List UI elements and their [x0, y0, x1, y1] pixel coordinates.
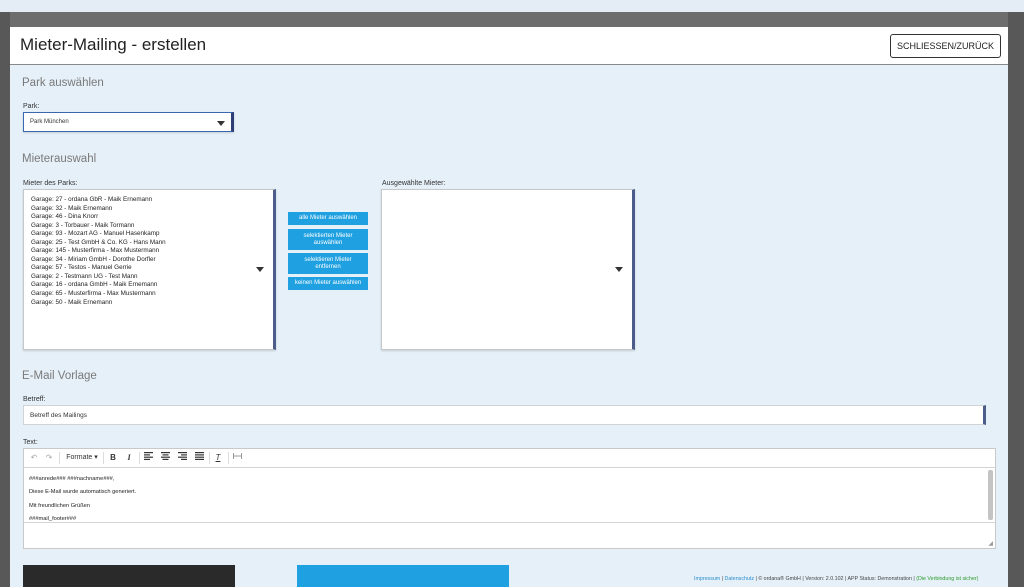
select-all-label: alle Mieter auswählen [298, 215, 358, 221]
secondary-action-button[interactable] [23, 565, 235, 587]
mailing-modal: Mieter-Mailing - erstellen SCHLIESSEN/ZU… [10, 27, 1008, 587]
subject-label: Betreff: [23, 396, 46, 403]
available-tenants-label: Mieter des Parks: [23, 180, 78, 187]
footer-version: Version: 2.0.102 [805, 576, 844, 582]
footer-company: © ordana® GmbH [758, 576, 801, 582]
redo-icon[interactable]: ↷ [43, 451, 55, 465]
editor-line: Mit freundlichen Grüßen [29, 502, 91, 509]
resize-handle-icon[interactable]: ◢ [988, 540, 993, 547]
select-all-tenants-button[interactable]: alle Mieter auswählen [288, 212, 368, 225]
tenant-list-item[interactable]: Garage: 50 - Maik Ernemann [31, 299, 273, 308]
selected-tenants-list[interactable] [381, 189, 635, 350]
tenant-list-item[interactable]: Garage: 2 - Testmann UG - Test Mann [31, 273, 273, 282]
impressum-link[interactable]: Impressum [694, 576, 720, 582]
tenant-list-item[interactable]: Garage: 16 - ordana GmbH - Maik Ernemann [31, 281, 273, 290]
remove-selected-tenants-button[interactable]: selektieren Mieter entfernen [288, 253, 368, 274]
undo-icon[interactable]: ↶ [28, 451, 40, 465]
tenant-list-item[interactable]: Garage: 27 - ordana GbR - Maik Ernemann [31, 196, 273, 205]
background-overlay-left [0, 12, 10, 587]
tenant-section-title: Mieterauswahl [22, 153, 97, 165]
align-center-icon[interactable] [159, 451, 171, 465]
tenant-list-item[interactable]: Garage: 93 - Mozart AG - Manuel Hasenkam… [31, 230, 273, 239]
editor-scrollbar[interactable] [988, 470, 993, 520]
background-overlay-right [1008, 12, 1024, 587]
toolbar-divider [139, 452, 140, 464]
add-selected-tenants-button[interactable]: selektierten Mieter auswählen [288, 229, 368, 250]
tenant-list-item[interactable]: Garage: 65 - Musterfirma - Max Musterman… [31, 290, 273, 299]
editor-line: ###anrede### ###nachname###, [29, 476, 115, 482]
editor-statusbar: ◢ [24, 522, 995, 549]
remove-selected-label-line2: entfernen [315, 263, 341, 270]
footer-app-status: APP Status: Demonstration [847, 576, 912, 582]
text-label: Text: [23, 439, 38, 446]
footer-connection-status: (Die Verbindung ist sicher) [916, 576, 979, 582]
format-dropdown[interactable]: Formate ▾ [62, 451, 102, 465]
toolbar-divider [228, 452, 229, 464]
tenant-list-item[interactable]: Garage: 25 - Test GmbH & Co. KG - Hans M… [31, 239, 273, 248]
toolbar-divider [59, 452, 60, 464]
selected-tenants-label: Ausgewählte Mieter: [382, 180, 446, 187]
align-right-icon[interactable] [176, 451, 188, 465]
tenant-list-item[interactable]: Garage: 57 - Testos - Manuel Gerrie [31, 264, 273, 273]
modal-header: Mieter-Mailing - erstellen SCHLIESSEN/ZU… [10, 27, 1008, 65]
chevron-down-icon [615, 267, 623, 272]
align-left-icon[interactable] [142, 451, 154, 465]
select-none-label: keinen Mieter auswählen [294, 280, 362, 286]
add-selected-label-line2: auswählen [313, 239, 343, 246]
tenant-list-item[interactable]: Garage: 32 - Maik Ernemann [31, 205, 273, 214]
format-dropdown-label: Formate [66, 454, 93, 461]
tenant-list-item[interactable]: Garage: 145 - Musterfirma - Max Musterma… [31, 247, 273, 256]
toolbar-divider [103, 452, 104, 464]
tenant-list-item[interactable]: Garage: 3 - Torbauer - Maik Tormann [31, 222, 273, 231]
horizontal-rule-icon[interactable] [231, 451, 243, 465]
toolbar-divider [209, 452, 210, 464]
park-select[interactable]: Park München [23, 112, 234, 132]
clear-format-icon[interactable]: T [212, 451, 224, 465]
align-justify-icon[interactable] [193, 451, 205, 465]
editor-toolbar: ↶ ↷ Formate ▾ B I T [24, 449, 995, 468]
park-section-title: Park auswählen [22, 77, 104, 89]
available-tenants-list[interactable]: Garage: 27 - ordana GbR - Maik Ernemann G… [23, 189, 276, 350]
italic-icon[interactable]: I [123, 451, 135, 465]
background-top-strip [0, 0, 1024, 12]
tenant-items: Garage: 27 - ordana GbR - Maik Ernemann G… [31, 196, 273, 307]
editor-line: Diese E-Mail wurde automatisch generiert… [29, 489, 137, 496]
chevron-down-icon [256, 267, 264, 272]
add-selected-label-line1: selektierten Mieter [303, 232, 353, 239]
editor-content[interactable]: ###anrede### ###nachname###, Diese E-Mai… [29, 473, 136, 526]
park-label: Park: [23, 103, 40, 110]
subject-input[interactable]: Betreff des Mailings [23, 405, 986, 425]
tenant-list-item[interactable]: Garage: 34 - Miriam GmbH - Dorothe Dorfl… [31, 256, 273, 265]
select-no-tenants-button[interactable]: keinen Mieter auswählen [288, 277, 368, 290]
subject-value: Betreff des Mailings [30, 412, 87, 419]
tenant-list-item[interactable]: Garage: 46 - Dina Knorr [31, 213, 273, 222]
chevron-down-icon [217, 121, 225, 126]
park-select-value: Park München [30, 119, 69, 125]
rich-text-editor[interactable]: ↶ ↷ Formate ▾ B I T ###anrede### ###nach… [23, 448, 996, 549]
primary-action-button[interactable] [297, 565, 509, 587]
bold-icon[interactable]: B [107, 451, 119, 465]
modal-title: Mieter-Mailing - erstellen [20, 35, 207, 54]
page-footer: Impressum | Datenschutz | © ordana® GmbH… [694, 576, 979, 582]
email-section-title: E-Mail Vorlage [22, 370, 97, 382]
datenschutz-link[interactable]: Datenschutz [725, 576, 754, 582]
close-back-button[interactable]: SCHLIESSEN/ZURÜCK [889, 34, 1001, 58]
remove-selected-label-line1: selektieren Mieter [304, 256, 352, 263]
